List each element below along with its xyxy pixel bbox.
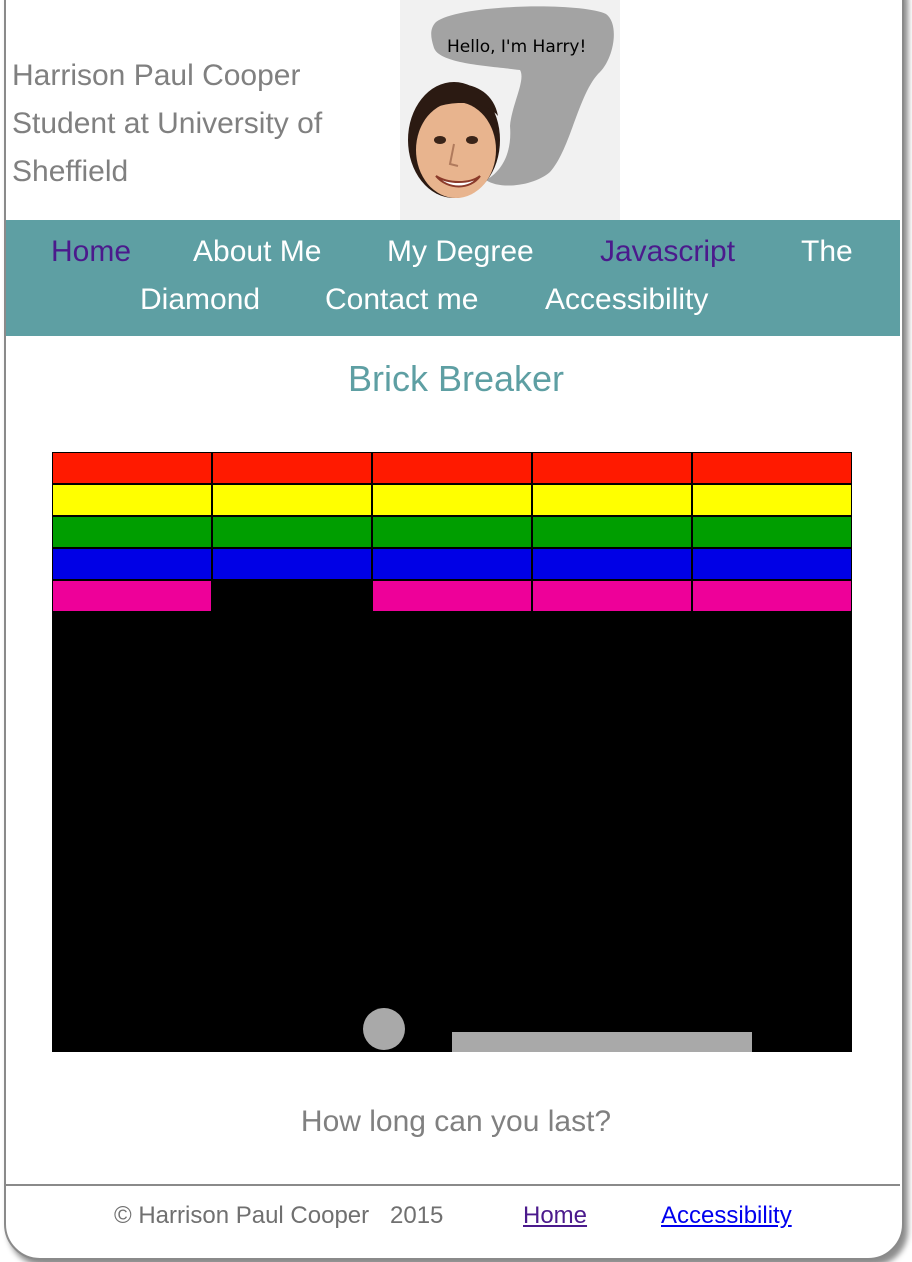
nav-item-the-diamond[interactable]: Diamond xyxy=(140,283,260,317)
brick xyxy=(372,484,532,516)
footer-year: 2015 xyxy=(390,1202,444,1229)
footer-divider xyxy=(6,1184,900,1186)
name-line: Harrison Paul Cooper xyxy=(12,59,301,92)
brick xyxy=(532,548,692,580)
brick xyxy=(692,548,852,580)
footer-link-home[interactable]: Home xyxy=(523,1202,587,1230)
brick xyxy=(532,452,692,484)
brick xyxy=(532,580,692,612)
brick xyxy=(532,484,692,516)
brick xyxy=(212,452,372,484)
brick xyxy=(52,452,212,484)
nav-item-home[interactable]: Home xyxy=(51,235,131,269)
brick xyxy=(212,516,372,548)
nav-item-accessibility[interactable]: Accessibility xyxy=(545,283,708,317)
subtitle-line: Student at University of xyxy=(12,107,323,140)
brick xyxy=(212,484,372,516)
brick xyxy=(372,452,532,484)
brick xyxy=(692,516,852,548)
portrait-illustration: Hello, I'm Harry! xyxy=(400,0,620,220)
brick xyxy=(52,580,212,612)
profile-portrait: Hello, I'm Harry! xyxy=(400,0,620,220)
game-ball xyxy=(363,1008,405,1050)
brick xyxy=(692,580,852,612)
page-title: Brick Breaker xyxy=(347,358,565,399)
brick xyxy=(692,452,852,484)
brick xyxy=(372,548,532,580)
brick xyxy=(532,516,692,548)
main-nav: Home About Me My Degree Javascript The D… xyxy=(6,220,900,336)
nav-item-javascript[interactable]: Javascript xyxy=(600,235,735,269)
brick-breaker-canvas[interactable] xyxy=(52,452,852,1052)
nav-item-contact-me[interactable]: Contact me xyxy=(325,283,478,317)
game-paddle[interactable] xyxy=(452,1032,752,1052)
footer-link-accessibility[interactable]: Accessibility xyxy=(661,1202,792,1230)
footer-copyright: © Harrison Paul Cooper xyxy=(114,1202,370,1229)
brick xyxy=(52,484,212,516)
brick xyxy=(52,516,212,548)
game-tagline: How long can you last? xyxy=(300,1105,612,1138)
brick xyxy=(52,548,212,580)
nav-item-about-me[interactable]: About Me xyxy=(193,235,321,269)
site-header-name: Harrison Paul Cooper Student at Universi… xyxy=(12,52,372,196)
brick xyxy=(692,484,852,516)
speech-bubble-text: Hello, I'm Harry! xyxy=(447,37,586,57)
subtitle-line: Sheffield xyxy=(12,155,129,188)
brick xyxy=(212,548,372,580)
nav-item-my-degree[interactable]: My Degree xyxy=(387,235,534,269)
brick xyxy=(372,580,532,612)
nav-item-the-diamond[interactable]: The xyxy=(801,235,853,269)
brick xyxy=(372,516,532,548)
